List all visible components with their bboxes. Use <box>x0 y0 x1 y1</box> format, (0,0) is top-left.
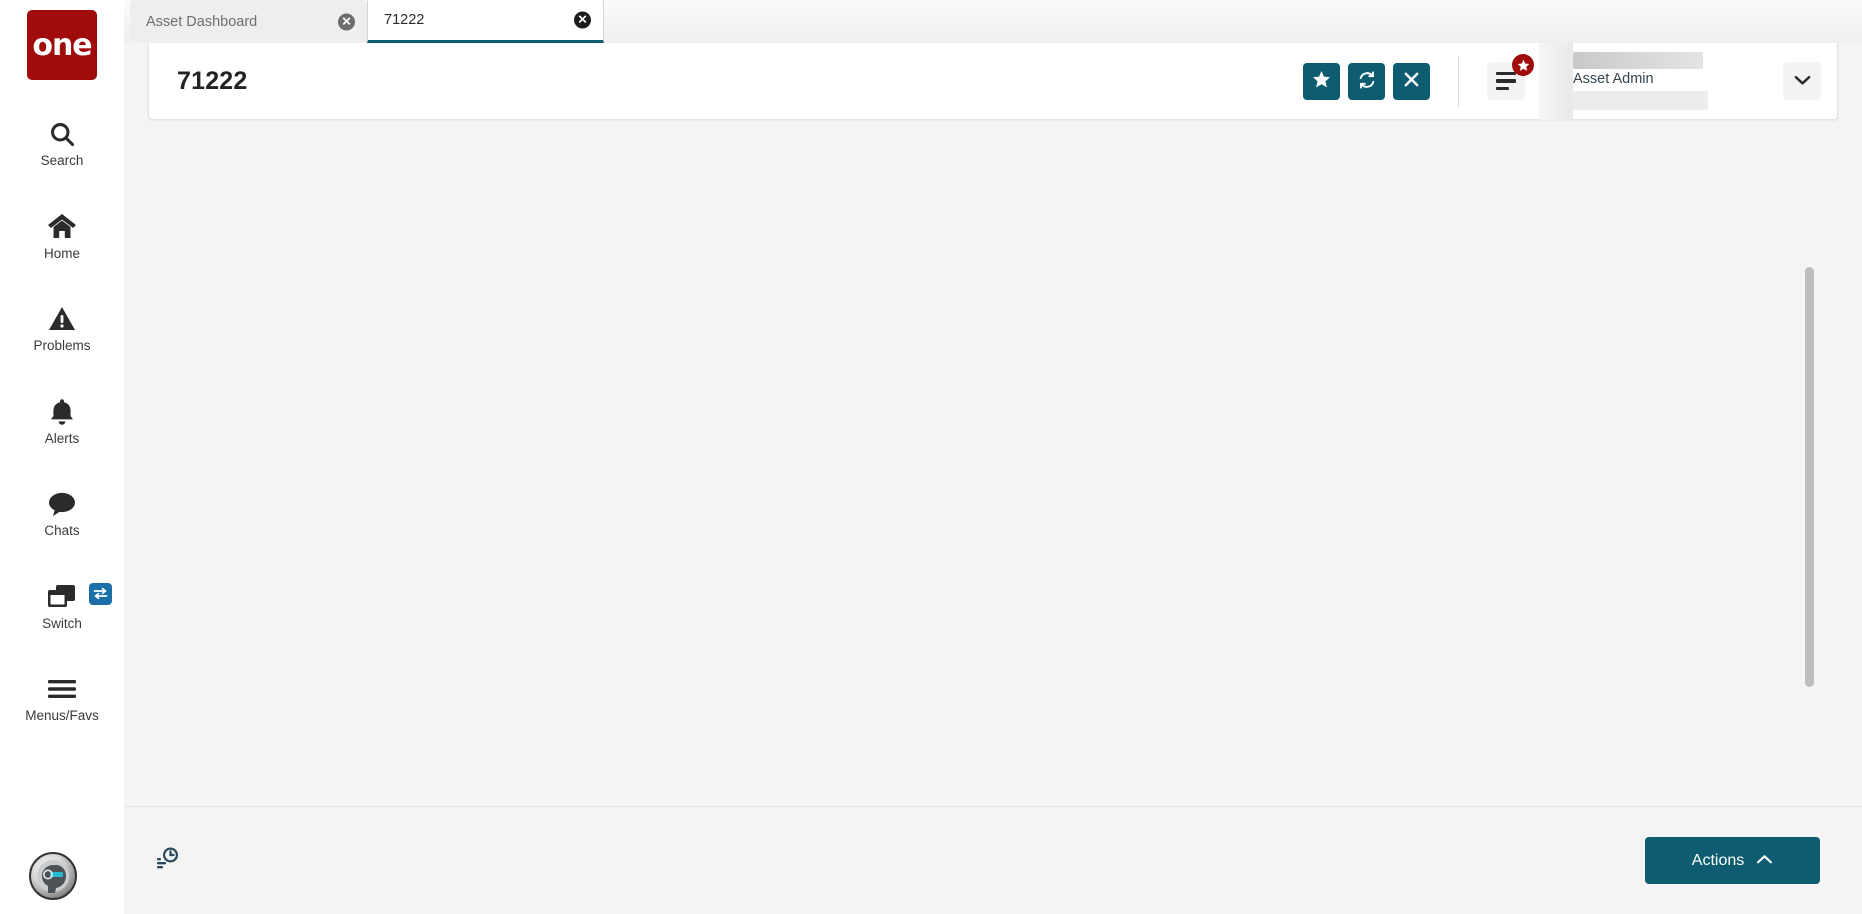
sidebar-item-label: Problems <box>33 339 90 353</box>
sidebar-item-search[interactable]: Search <box>0 108 124 179</box>
page-title: 71222 <box>177 67 248 96</box>
star-icon <box>1312 70 1331 92</box>
sidebar-item-switch[interactable]: Switch <box>0 571 124 642</box>
sidebar-item-label: Home <box>44 247 80 261</box>
page-background <box>124 43 1862 914</box>
ai-assistant-avatar[interactable] <box>29 852 77 900</box>
actions-button-label: Actions <box>1692 852 1744 870</box>
sidebar-item-label: Switch <box>42 617 82 631</box>
app-root: one Search Home <box>0 0 1862 914</box>
page-header: 71222 <box>148 43 1838 120</box>
user-name-redacted <box>1573 52 1703 69</box>
hamburger-icon <box>47 674 77 704</box>
x-icon <box>1403 71 1420 91</box>
sidebar-item-home[interactable]: Home <box>0 201 124 272</box>
sidebar-item-label: Alerts <box>45 432 80 446</box>
tab-label: Asset Dashboard <box>146 14 257 30</box>
user-role: Asset Admin <box>1573 72 1773 88</box>
header-menu-wrap <box>1487 62 1525 100</box>
tab-71222[interactable]: 71222 ✕ <box>367 0 604 43</box>
favorite-button[interactable] <box>1303 63 1340 100</box>
tab-label: 71222 <box>384 12 424 28</box>
close-circle-icon[interactable]: ✕ <box>338 13 355 30</box>
page-footer: Actions <box>124 806 1862 914</box>
panel-vertical-scrollbar[interactable] <box>1805 267 1814 687</box>
header-divider <box>1458 55 1459 107</box>
home-icon <box>47 212 77 242</box>
bell-icon <box>49 397 75 427</box>
star-icon <box>1512 54 1534 76</box>
sidebar-item-alerts[interactable]: Alerts <box>0 386 124 457</box>
chat-bubble-icon <box>47 489 77 519</box>
left-navigation-rail: one Search Home <box>0 0 124 914</box>
document-tab-strip: Asset Dashboard ✕ 71222 ✕ <box>124 0 1862 43</box>
chevron-down-icon <box>1794 74 1811 89</box>
rail-items: Search Home <box>0 108 124 756</box>
refresh-button[interactable] <box>1348 63 1385 100</box>
close-circle-icon[interactable]: ✕ <box>574 11 591 28</box>
sidebar-item-problems[interactable]: Problems <box>0 293 124 364</box>
sidebar-item-label: Search <box>41 154 84 168</box>
user-org-redacted <box>1573 91 1708 110</box>
brand-logo[interactable]: one <box>27 10 97 80</box>
header-action-buttons <box>1303 63 1430 100</box>
refresh-icon <box>1357 70 1377 93</box>
header-redacted-block <box>1539 43 1573 120</box>
user-menu-button[interactable] <box>1783 62 1821 100</box>
sidebar-item-chats[interactable]: Chats <box>0 478 124 549</box>
sidebar-item-menus-favs[interactable]: Menus/Favs <box>0 663 124 734</box>
warning-triangle-icon <box>48 304 76 334</box>
activity-log-icon[interactable] <box>156 846 180 875</box>
actions-button[interactable]: Actions <box>1645 837 1820 884</box>
sidebar-item-label: Chats <box>44 524 79 538</box>
close-button[interactable] <box>1393 63 1430 100</box>
windows-switch-icon <box>47 582 77 612</box>
chevron-up-icon <box>1756 852 1773 870</box>
swap-arrows-icon[interactable] <box>89 583 112 605</box>
search-icon <box>48 119 76 149</box>
user-info: Asset Admin <box>1573 52 1773 110</box>
tab-asset-dashboard[interactable]: Asset Dashboard ✕ <box>130 0 367 43</box>
sidebar-item-label: Menus/Favs <box>25 709 99 723</box>
